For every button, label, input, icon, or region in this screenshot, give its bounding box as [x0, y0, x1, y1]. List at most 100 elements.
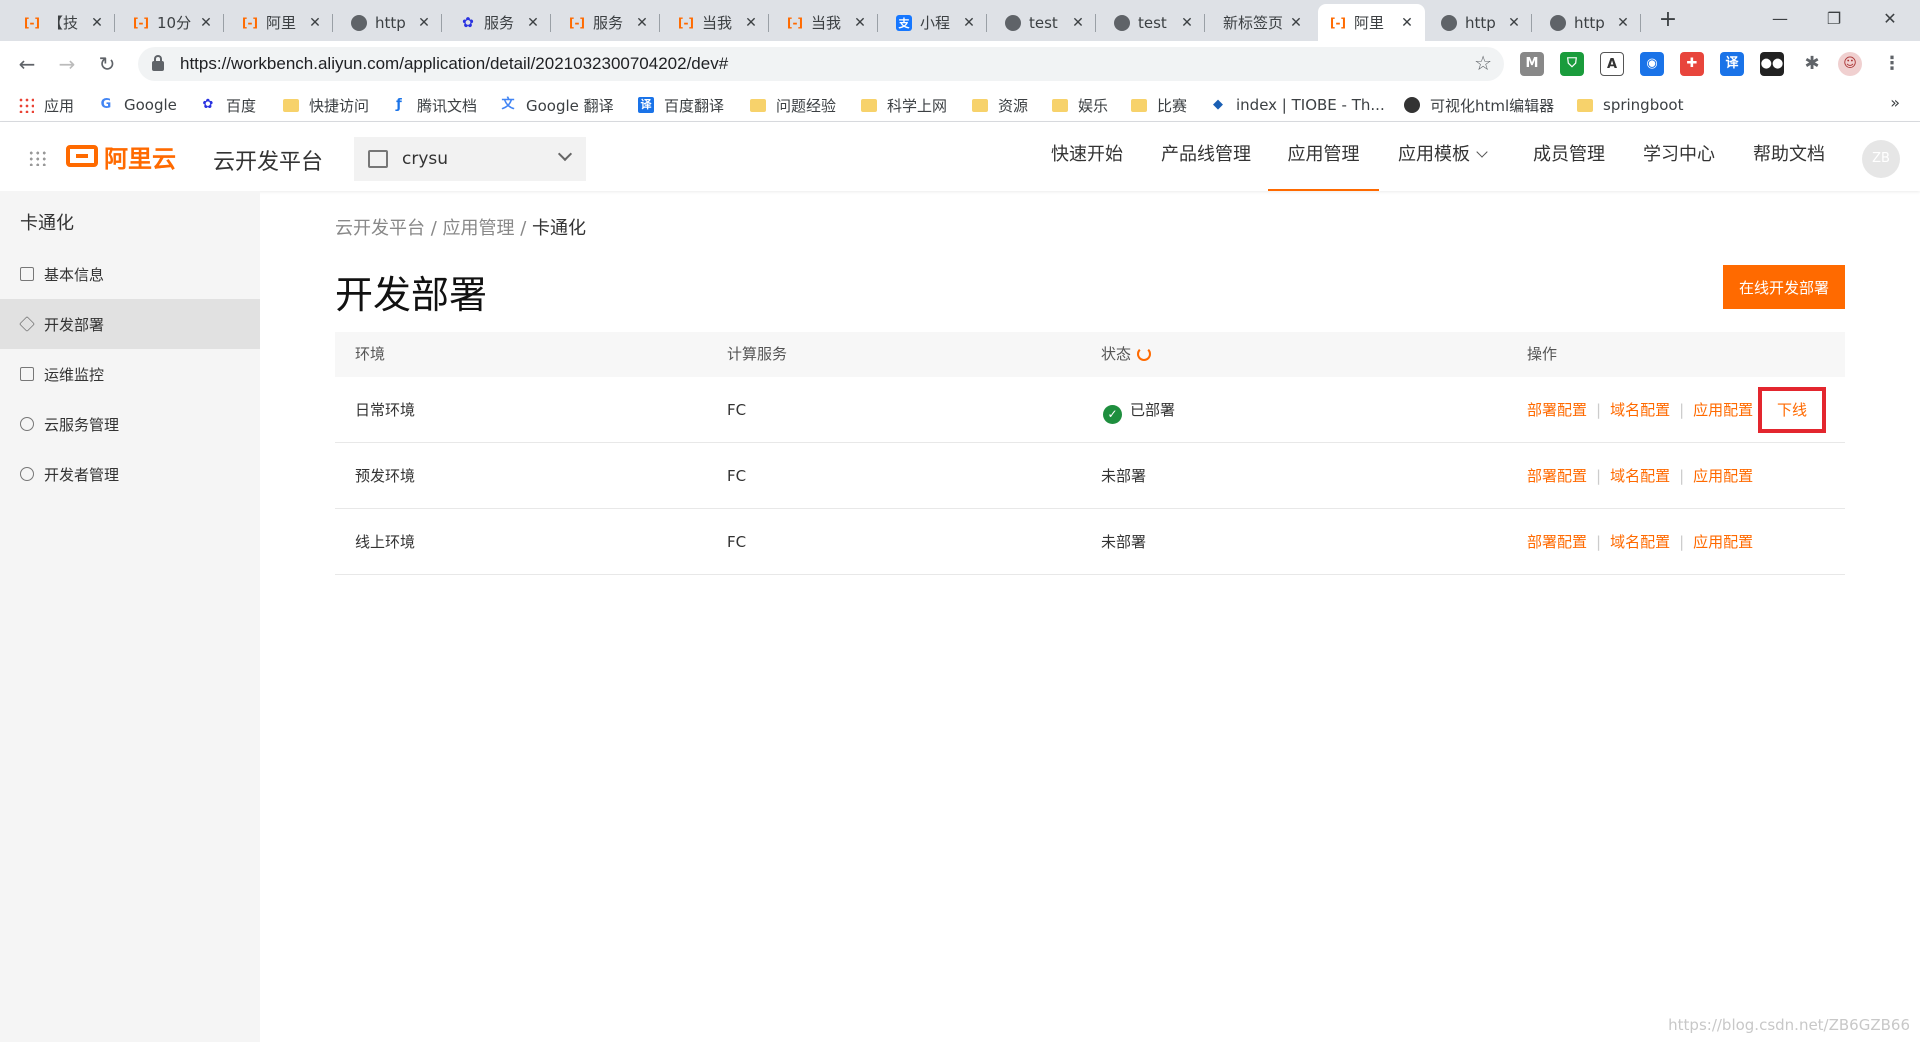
close-icon[interactable]: ✕	[743, 15, 759, 31]
bookmark-baidu-translate[interactable]: 译百度翻译	[638, 93, 724, 117]
close-icon[interactable]: ✕	[1506, 15, 1522, 31]
browser-tab[interactable]: ✿ 服务 ✕	[448, 4, 551, 41]
bookmark-apps[interactable]: 应用	[18, 93, 74, 117]
close-icon[interactable]: ✕	[1070, 15, 1086, 31]
minimize-icon[interactable]: —	[1752, 0, 1808, 41]
browser-tab[interactable]: [-] 【技 ✕	[12, 4, 115, 41]
tab-title: http	[1574, 13, 1605, 32]
deploy-config-link[interactable]: 部署配置	[1527, 467, 1587, 485]
bookmark-tiobe[interactable]: ◆ index | TIOBE - Th...	[1210, 93, 1385, 117]
bookmark-tencent-docs[interactable]: ƒ 腾讯文档	[391, 93, 477, 117]
bookmark-folder[interactable]: 资源	[972, 93, 1028, 117]
breadcrumb-link[interactable]: 云开发平台	[335, 218, 425, 239]
deploy-config-link[interactable]: 部署配置	[1527, 533, 1587, 551]
close-icon[interactable]: ✕	[198, 15, 214, 31]
bookmark-folder[interactable]: 问题经验	[750, 93, 836, 117]
sidebar-item-cloud-services[interactable]: 云服务管理	[0, 399, 260, 449]
browser-tab[interactable]: test ✕	[1102, 4, 1205, 41]
bookmark-folder[interactable]: 快捷访问	[283, 93, 369, 117]
app-config-link[interactable]: 应用配置	[1693, 533, 1753, 551]
url-text[interactable]: https://workbench.aliyun.com/application…	[180, 54, 728, 74]
close-icon[interactable]: ✕	[1615, 15, 1631, 31]
bookmark-folder[interactable]: 科学上网	[861, 93, 947, 117]
sidebar-item-developers[interactable]: 开发者管理	[0, 449, 260, 499]
close-icon[interactable]: ✕	[416, 15, 432, 31]
bookmark-html-editor[interactable]: 可视化html编辑器	[1404, 93, 1554, 117]
bookmark-label: 比赛	[1157, 96, 1188, 115]
sidebar-item-dev-deploy[interactable]: 开发部署	[0, 299, 260, 349]
font-extension-icon[interactable]: A	[1600, 52, 1624, 76]
browser-tab-active[interactable]: [-] 阿里 ✕	[1318, 4, 1425, 41]
browser-tab[interactable]: [-] 当我 ✕	[775, 4, 878, 41]
game-extension-icon[interactable]: ●●	[1760, 52, 1784, 76]
forward-arrow-icon[interactable]: →	[52, 49, 82, 79]
translate-extension-icon[interactable]: 译	[1720, 52, 1744, 76]
sidebar-item-monitoring[interactable]: 运维监控	[0, 349, 260, 399]
breadcrumb-link[interactable]: 应用管理	[443, 218, 515, 239]
restore-icon[interactable]: ❐	[1806, 0, 1862, 41]
close-icon[interactable]: ✕	[307, 15, 323, 31]
sidebar-item-basic-info[interactable]: 基本信息	[0, 249, 260, 299]
bookmark-star-icon[interactable]: ☆	[1474, 51, 1492, 75]
back-arrow-icon[interactable]: ←	[12, 49, 42, 79]
new-tab-button[interactable]: +	[1654, 6, 1682, 34]
browser-tab[interactable]: http ✕	[1538, 4, 1641, 41]
nav-product-lines[interactable]: 产品线管理	[1161, 122, 1251, 191]
deploy-config-link[interactable]: 部署配置	[1527, 401, 1587, 419]
refresh-icon[interactable]	[1137, 347, 1152, 361]
domain-config-link[interactable]: 域名配置	[1610, 401, 1670, 419]
nav-app-management[interactable]: 应用管理	[1268, 122, 1379, 191]
close-icon[interactable]: ✕	[1288, 15, 1304, 31]
browser-tab[interactable]: http ✕	[339, 4, 442, 41]
platform-title[interactable]: 云开发平台	[213, 144, 323, 176]
close-icon[interactable]: ✕	[961, 15, 977, 31]
menu-kebab-icon[interactable]: ⋮	[1880, 52, 1904, 76]
app-config-link[interactable]: 应用配置	[1693, 401, 1753, 419]
browser-tab[interactable]: http ✕	[1429, 4, 1532, 41]
app-grid-icon[interactable]	[28, 150, 48, 166]
browser-tab[interactable]: [-] 10分 ✕	[121, 4, 224, 41]
domain-config-link[interactable]: 域名配置	[1610, 533, 1670, 551]
address-bar[interactable]: https://workbench.aliyun.com/application…	[138, 47, 1504, 81]
bookmark-folder[interactable]: springboot	[1577, 93, 1683, 117]
nav-members[interactable]: 成员管理	[1533, 122, 1605, 191]
puzzle-extension-icon[interactable]: ✱	[1800, 52, 1824, 76]
reload-icon[interactable]: ↻	[92, 49, 122, 79]
nav-quick-start[interactable]: 快速开始	[1051, 122, 1123, 191]
bookmark-google[interactable]: G Google	[98, 93, 177, 117]
nav-learning[interactable]: 学习中心	[1643, 122, 1715, 191]
window-close-icon[interactable]: ✕	[1862, 0, 1918, 41]
browser-tab[interactable]: 支小程 ✕	[884, 4, 987, 41]
bookmark-folder[interactable]: 比赛	[1131, 93, 1187, 117]
bookmark-google-translate[interactable]: 文 Google 翻译	[500, 93, 613, 117]
bookmarks-overflow-icon[interactable]: »	[1890, 93, 1900, 112]
nav-help-docs[interactable]: 帮助文档	[1753, 122, 1825, 191]
browser-tab[interactable]: [-] 阿里 ✕	[230, 4, 333, 41]
bookmark-baidu[interactable]: ✿ 百度	[200, 93, 256, 117]
browser-tab[interactable]: 新标签页 ✕	[1211, 4, 1314, 41]
aliyun-logo[interactable]: 阿里云	[66, 142, 176, 173]
bookmark-folder[interactable]: 娱乐	[1052, 93, 1108, 117]
profile-icon[interactable]: ☺	[1838, 52, 1862, 76]
close-icon[interactable]: ✕	[1179, 15, 1195, 31]
screenshot-extension-icon[interactable]: ◉	[1640, 52, 1664, 76]
red-extension-icon[interactable]: ✚	[1680, 52, 1704, 76]
app-config-link[interactable]: 应用配置	[1693, 467, 1753, 485]
close-icon[interactable]: ✕	[89, 15, 105, 31]
nav-app-templates[interactable]: 应用模板	[1398, 122, 1488, 191]
browser-tab[interactable]: [-] 当我 ✕	[666, 4, 769, 41]
mail-extension-icon[interactable]: M	[1520, 52, 1544, 76]
close-icon[interactable]: ✕	[852, 15, 868, 31]
avatar[interactable]: ZB	[1862, 140, 1900, 178]
bookmark-label: springboot	[1603, 96, 1684, 114]
shield-extension-icon[interactable]: ⛉	[1560, 52, 1584, 76]
close-icon[interactable]: ✕	[525, 15, 541, 31]
close-icon[interactable]: ✕	[634, 15, 650, 31]
browser-tab[interactable]: [-] 服务 ✕	[557, 4, 660, 41]
offline-link[interactable]: 下线	[1758, 387, 1826, 433]
online-deploy-button[interactable]: 在线开发部署	[1723, 265, 1845, 309]
project-selector[interactable]: crysu	[354, 137, 586, 181]
close-icon[interactable]: ✕	[1399, 15, 1415, 31]
domain-config-link[interactable]: 域名配置	[1610, 467, 1670, 485]
browser-tab[interactable]: test ✕	[993, 4, 1096, 41]
